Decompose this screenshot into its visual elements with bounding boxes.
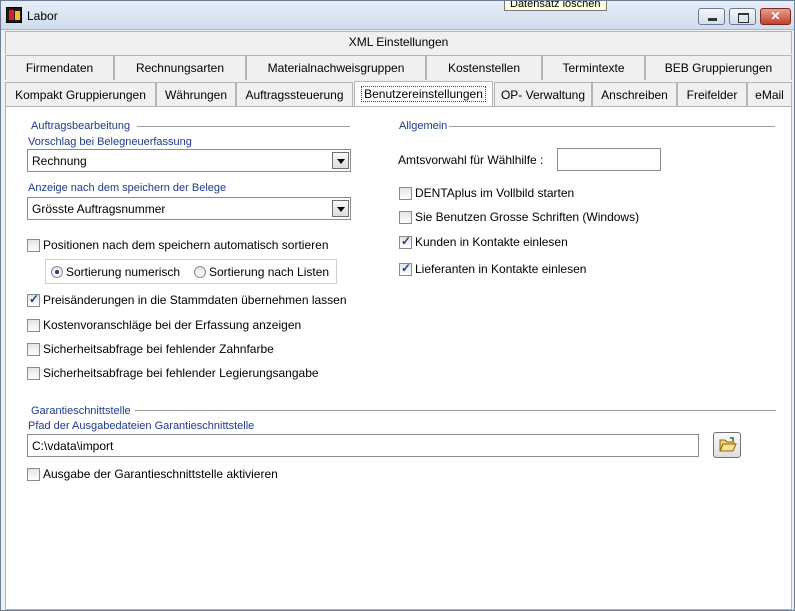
group-divider (137, 126, 350, 127)
checkbox-label: Sicherheitsabfrage bei fehlender Legieru… (43, 366, 319, 380)
checkbox-box[interactable] (27, 468, 40, 481)
tab-materialnachweisgruppen[interactable]: Materialnachweisgruppen (246, 55, 426, 80)
checkbox-label: Preisänderungen in die Stammdaten überne… (43, 293, 347, 307)
checkbox-label: Lieferanten in Kontakte einlesen (415, 262, 587, 276)
tab-benutzereinstellungen[interactable]: Benutzereinstellungen (354, 81, 493, 108)
anzeige-combobox[interactable]: Grösste Auftragsnummer (27, 197, 351, 220)
group-divider (135, 410, 776, 411)
checkbox-label: Kunden in Kontakte einlesen (415, 235, 568, 249)
minimize-button[interactable] (698, 8, 725, 25)
window-title: Labor (27, 9, 58, 23)
pfad-label: Pfad der Ausgabedateien Garantieschnitts… (28, 420, 255, 432)
amtsvorwahl-label: Amtsvorwahl für Wählhilfe : (398, 153, 544, 167)
amtsvorwahl-text[interactable] (558, 149, 660, 170)
checkbox-box[interactable] (27, 367, 40, 380)
tab-anschreiben[interactable]: Anschreiben (592, 82, 677, 107)
checkbox-box[interactable] (27, 343, 40, 356)
amtsvorwahl-input[interactable] (557, 148, 661, 171)
checkbox-box[interactable] (399, 211, 412, 224)
checkbox-box[interactable] (27, 239, 40, 252)
checkbox-label: Ausgabe der Garantieschnittstelle aktivi… (43, 467, 278, 481)
checkbox-label: Positionen nach dem speichern automatisc… (43, 238, 329, 252)
group-title-allgemein: Allgemein (399, 120, 448, 132)
tab-termintexte[interactable]: Termintexte (542, 55, 645, 80)
tab-op-verwaltung[interactable]: OP- Verwaltung (494, 82, 592, 107)
pfad-text[interactable] (28, 435, 698, 456)
anzeige-value: Grösste Auftragsnummer (32, 202, 166, 216)
tab-kompakt-gruppierungen[interactable]: Kompakt Gruppierungen (5, 82, 156, 107)
maximize-button[interactable] (729, 8, 756, 25)
app-icon[interactable] (6, 7, 22, 23)
dropdown-arrow-icon[interactable] (332, 152, 349, 169)
tooltip: Datensatz löschen (504, 1, 607, 11)
checkbox-box[interactable] (399, 234, 412, 249)
folder-open-icon (719, 437, 737, 452)
radio-dot[interactable] (51, 266, 63, 278)
anzeige-label: Anzeige nach dem speichern der Belege (28, 182, 227, 194)
radio-label: Sortierung numerisch (66, 265, 181, 279)
tab-firmendaten[interactable]: Firmendaten (5, 55, 114, 80)
title-bar: Labor Datensatz löschen (1, 1, 794, 30)
close-button[interactable] (760, 8, 791, 25)
checkbox-label: Sie Benutzen Grosse Schriften (Windows) (415, 210, 640, 224)
main-window: Labor Datensatz löschen XML Einstellunge… (0, 0, 795, 611)
group-title-auftragsbearbeitung: Auftragsbearbeitung (31, 120, 131, 132)
radio-label: Sortierung nach Listen (209, 265, 330, 279)
tab-beb-gruppierungen[interactable]: BEB Gruppierungen (645, 55, 792, 80)
vorschlag-combobox[interactable]: Rechnung (27, 149, 351, 172)
sort-radio-group: Sortierung numerisch Sortierung nach Lis… (45, 259, 337, 284)
group-title-garantieschnittstelle: Garantieschnittstelle (31, 405, 131, 417)
tab-xml-einstellungen[interactable]: XML Einstellungen (5, 31, 792, 54)
checkbox-label: Sicherheitsabfrage bei fehlender Zahnfar… (43, 342, 274, 356)
dropdown-arrow-icon[interactable] (332, 200, 349, 217)
checkbox-box[interactable] (399, 261, 412, 276)
tab-waehrungen[interactable]: Währungen (156, 82, 236, 107)
vorschlag-label: Vorschlag bei Belegneuerfassung (28, 136, 192, 148)
tab-kostenstellen[interactable]: Kostenstellen (426, 55, 542, 80)
tab-email[interactable]: eMail (747, 82, 792, 107)
tab-rechnungsarten[interactable]: Rechnungsarten (114, 55, 246, 80)
vorschlag-value: Rechnung (32, 154, 87, 168)
tab-freifelder[interactable]: Freifelder (677, 82, 747, 107)
radio-dot[interactable] (194, 266, 206, 278)
checkbox-box[interactable] (399, 187, 412, 200)
pfad-input[interactable] (27, 434, 699, 457)
checkbox-box[interactable] (27, 292, 40, 307)
checkbox-box[interactable] (27, 319, 40, 332)
browse-folder-button[interactable] (713, 432, 741, 458)
group-divider (449, 126, 775, 127)
tab-auftragssteuerung[interactable]: Auftragssteuerung (236, 82, 353, 107)
checkbox-label: DENTAplus im Vollbild starten (415, 186, 575, 200)
checkbox-label: Kostenvoranschläge bei der Erfassung anz… (43, 318, 302, 332)
